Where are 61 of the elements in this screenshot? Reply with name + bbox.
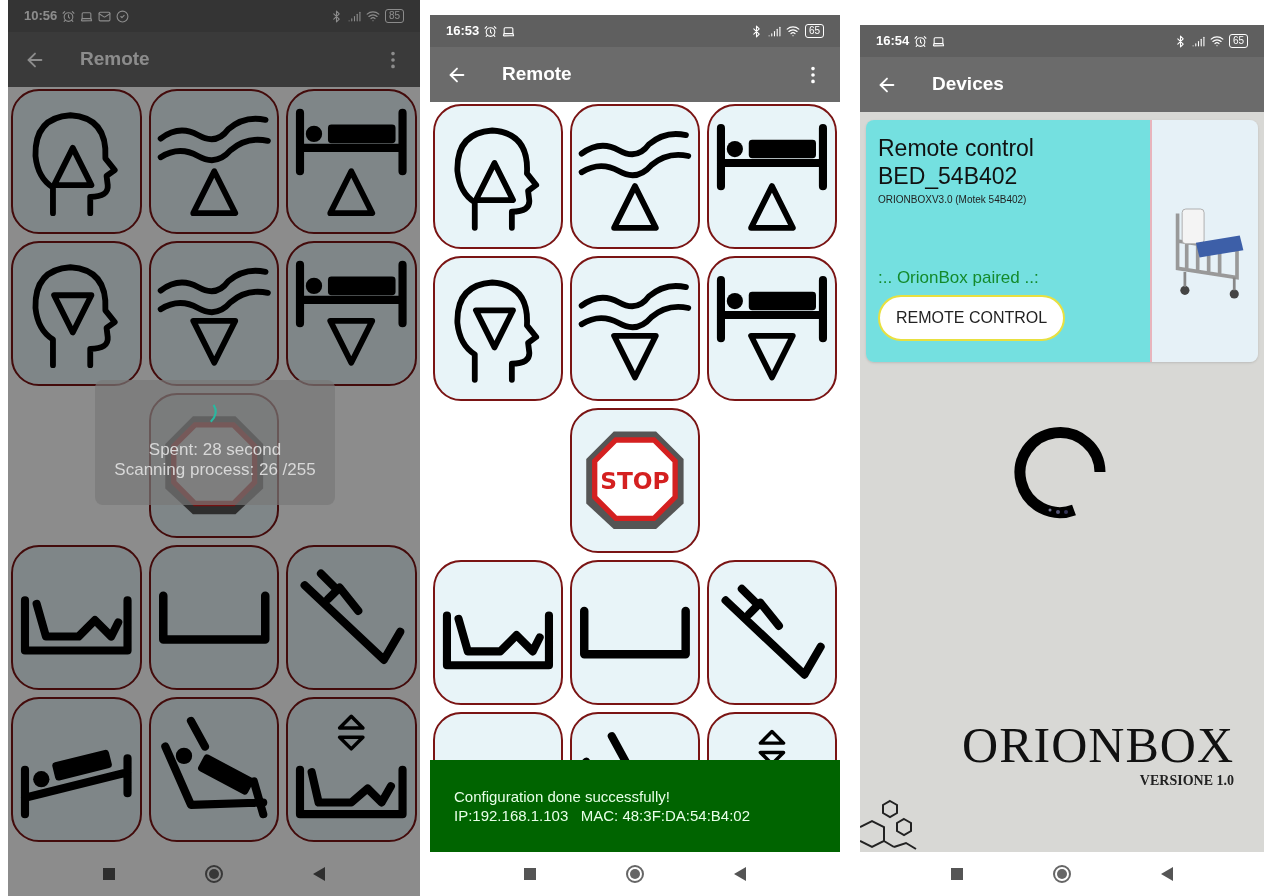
remote-button[interactable] — [286, 241, 417, 386]
laptop-icon — [502, 24, 516, 38]
snackbar-text: Configuration done successfully! — [454, 787, 671, 806]
remote-button[interactable] — [286, 89, 417, 234]
battery-level: 65 — [1228, 34, 1248, 48]
wifi-icon — [785, 24, 800, 38]
battery-level: 65 — [804, 24, 824, 38]
home-button[interactable] — [205, 865, 223, 883]
remote-button[interactable] — [707, 560, 837, 705]
remote-button[interactable] — [11, 697, 142, 842]
laptop-icon — [932, 34, 946, 48]
remote-control-button[interactable]: REMOTE CONTROL — [878, 294, 1066, 341]
remote-button[interactable] — [707, 104, 837, 249]
version-text: VERSIONE 1.0 — [1139, 772, 1234, 790]
laptop-icon — [80, 9, 94, 23]
remote-button[interactable] — [11, 545, 142, 690]
remote-button[interactable] — [570, 560, 700, 705]
snackbar-text: IP:192.168.1.103 MAC: 48:3F:DA:54:B4:02 — [454, 806, 751, 825]
home-button[interactable] — [1053, 865, 1071, 883]
screen-title: Remote — [502, 62, 573, 87]
remote-button[interactable]: STOP — [570, 408, 700, 553]
alarm-icon — [914, 34, 928, 48]
back-button[interactable] — [1161, 867, 1173, 881]
remote-button[interactable] — [148, 545, 280, 690]
brand-logo-text: ORIONBOX — [962, 720, 1234, 770]
clock-time: 16:54 — [876, 32, 910, 51]
remote-button[interactable] — [433, 104, 563, 249]
alarm-icon — [484, 24, 498, 38]
check-icon — [116, 9, 130, 23]
remote-button[interactable] — [286, 697, 417, 842]
device-title: Remote control BED_54B402 — [878, 134, 1035, 190]
back-button[interactable] — [313, 867, 325, 881]
mail-icon — [98, 9, 112, 23]
signal-icon — [1191, 34, 1205, 48]
remote-button[interactable] — [11, 241, 142, 386]
remote-button[interactable] — [570, 104, 700, 249]
clock-time: 16:53 — [446, 22, 480, 41]
clock-time: 10:56 — [24, 7, 58, 26]
back-button[interactable] — [734, 867, 746, 881]
remote-button[interactable] — [148, 697, 280, 842]
screen-title: Remote — [80, 47, 151, 72]
dialog-text: Scanning process: 26 /255 — [114, 460, 316, 480]
remote-button[interactable] — [570, 256, 700, 401]
remote-button[interactable] — [11, 89, 142, 234]
battery-level: 85 — [384, 9, 404, 23]
remote-button[interactable] — [707, 256, 837, 401]
wifi-icon — [1209, 34, 1224, 48]
remote-button[interactable] — [286, 545, 417, 690]
remote-button[interactable] — [433, 256, 563, 401]
pairing-status: :.. OrionBox paired ..: — [878, 267, 1040, 289]
screen-title: Devices — [932, 72, 1005, 97]
wifi-icon — [365, 9, 380, 23]
device-model: ORIONBOXV3.0 (Motek 54B402) — [878, 193, 1028, 207]
home-button[interactable] — [626, 865, 644, 883]
signal-icon — [347, 9, 361, 23]
signal-icon — [767, 24, 781, 38]
remote-button[interactable] — [148, 89, 280, 234]
stop-label: STOP — [600, 466, 670, 494]
dialog-text: Spent: 28 second — [148, 440, 282, 460]
remote-button[interactable] — [433, 560, 563, 705]
alarm-icon — [62, 9, 76, 23]
